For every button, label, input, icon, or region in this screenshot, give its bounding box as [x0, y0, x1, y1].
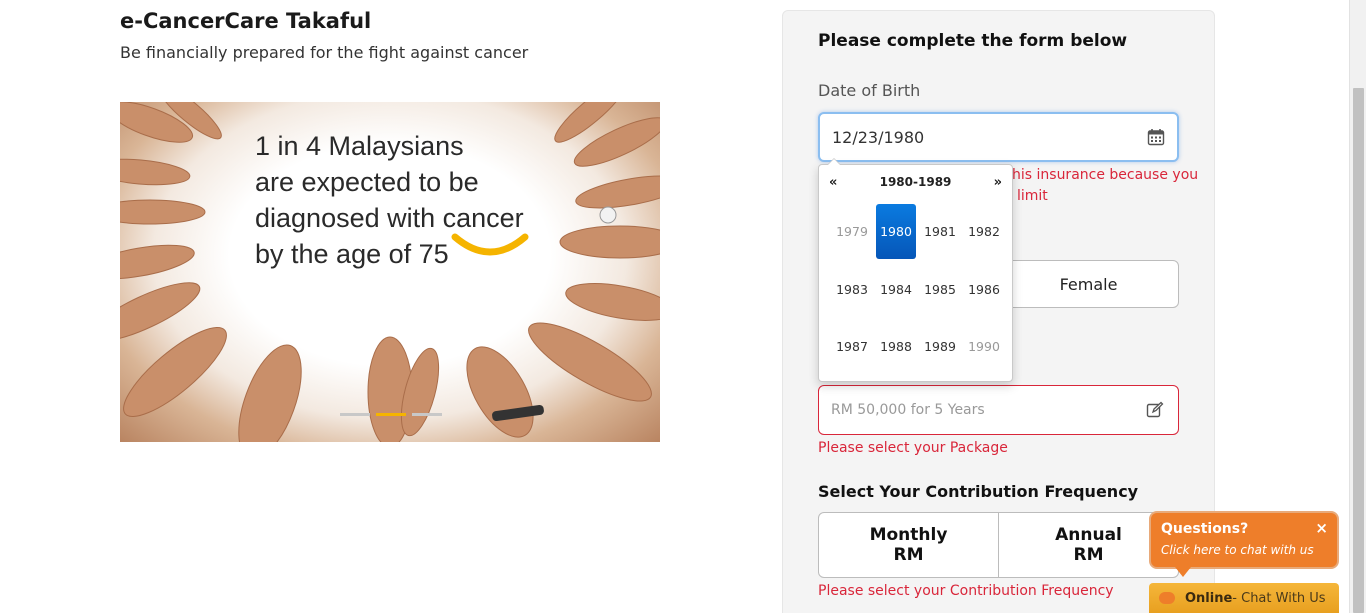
- year-option[interactable]: 1984: [874, 261, 918, 319]
- dob-label: Date of Birth: [818, 81, 921, 100]
- dob-error-line: his insurance because you: [1012, 167, 1199, 183]
- year-option[interactable]: 1988: [874, 318, 918, 376]
- frequency-error: Please select your Contribution Frequenc…: [818, 583, 1114, 599]
- frequency-selector: Monthly RM Annual RM: [818, 512, 1179, 578]
- chat-action: - Chat With Us: [1232, 590, 1326, 606]
- next-decade-button[interactable]: »: [994, 175, 1002, 190]
- package-error: Please select your Package: [818, 440, 1008, 456]
- year-option[interactable]: 1979: [830, 203, 874, 261]
- banner-headline: 1 in 4 Malaysians are expected to be dia…: [255, 128, 524, 272]
- decade-range[interactable]: 1980-1989: [819, 175, 1012, 189]
- dob-field[interactable]: 12/23/1980: [818, 112, 1179, 162]
- chat-bubble-icon: [1159, 592, 1175, 604]
- chat-subtitle: Click here to chat with us: [1161, 543, 1314, 557]
- banner-line: are expected to be: [255, 167, 479, 197]
- banner-line: diagnosed with cancer: [255, 203, 524, 233]
- year-option[interactable]: 1987: [830, 318, 874, 376]
- year-option[interactable]: 1986: [962, 261, 1006, 319]
- gender-female-button[interactable]: Female: [998, 260, 1179, 308]
- frequency-amount: RM: [893, 545, 924, 565]
- dob-value: 12/23/1980: [832, 128, 925, 147]
- banner-line: 1 in 4 Malaysians: [255, 131, 464, 161]
- year-option[interactable]: 1982: [962, 203, 1006, 261]
- carousel-indicators: [340, 413, 442, 416]
- chat-question: Questions?: [1161, 521, 1249, 537]
- dob-error-line: limit: [1017, 188, 1048, 204]
- carousel-dot[interactable]: [340, 413, 370, 416]
- package-placeholder: RM 50,000 for 5 Years: [831, 402, 985, 418]
- carousel-dot-active[interactable]: [376, 413, 406, 416]
- carousel-dot[interactable]: [412, 413, 442, 416]
- page-subtitle: Be financially prepared for the fight ag…: [120, 43, 529, 62]
- edit-icon[interactable]: [1146, 401, 1164, 419]
- frequency-label: Monthly: [869, 525, 948, 545]
- page: e-CancerCare Takaful Be financially prep…: [0, 0, 1366, 613]
- year-option[interactable]: 1981: [918, 203, 962, 261]
- year-option[interactable]: 1989: [918, 318, 962, 376]
- year-picker-header: « 1980-1989 »: [819, 173, 1012, 193]
- chat-status: Online: [1185, 590, 1233, 606]
- chat-bar[interactable]: Online - Chat With Us: [1149, 583, 1339, 613]
- package-field[interactable]: RM 50,000 for 5 Years: [818, 385, 1179, 435]
- year-option-selected[interactable]: 1980: [876, 204, 916, 259]
- chat-close-icon[interactable]: ×: [1315, 519, 1328, 537]
- frequency-label: Annual: [1055, 525, 1122, 545]
- year-grid: 1979 1980 1981 1982 1983 1984 1985 1986 1987 1988…: [830, 203, 1006, 376]
- form-title: Please complete the form below: [818, 31, 1128, 51]
- hero-banner[interactable]: 1 in 4 Malaysians are expected to be dia…: [120, 102, 660, 442]
- chat-popup[interactable]: Questions? × Click here to chat with us: [1149, 511, 1339, 577]
- frequency-title: Select Your Contribution Frequency: [818, 482, 1139, 501]
- year-picker: « 1980-1989 » 1979 1980 1981 1982 1983 1984 19…: [818, 158, 1013, 382]
- year-option[interactable]: 1983: [830, 261, 874, 319]
- banner-line: by the age of 75: [255, 239, 449, 269]
- page-scrollbar[interactable]: [1349, 0, 1366, 613]
- year-option[interactable]: 1985: [918, 261, 962, 319]
- frequency-amount: RM: [1073, 545, 1104, 565]
- year-option[interactable]: 1990: [962, 318, 1006, 376]
- frequency-monthly-button[interactable]: Monthly RM: [819, 513, 998, 577]
- page-title: e-CancerCare Takaful: [120, 9, 372, 33]
- scrollbar-thumb[interactable]: [1353, 88, 1364, 613]
- calendar-icon[interactable]: [1147, 128, 1165, 146]
